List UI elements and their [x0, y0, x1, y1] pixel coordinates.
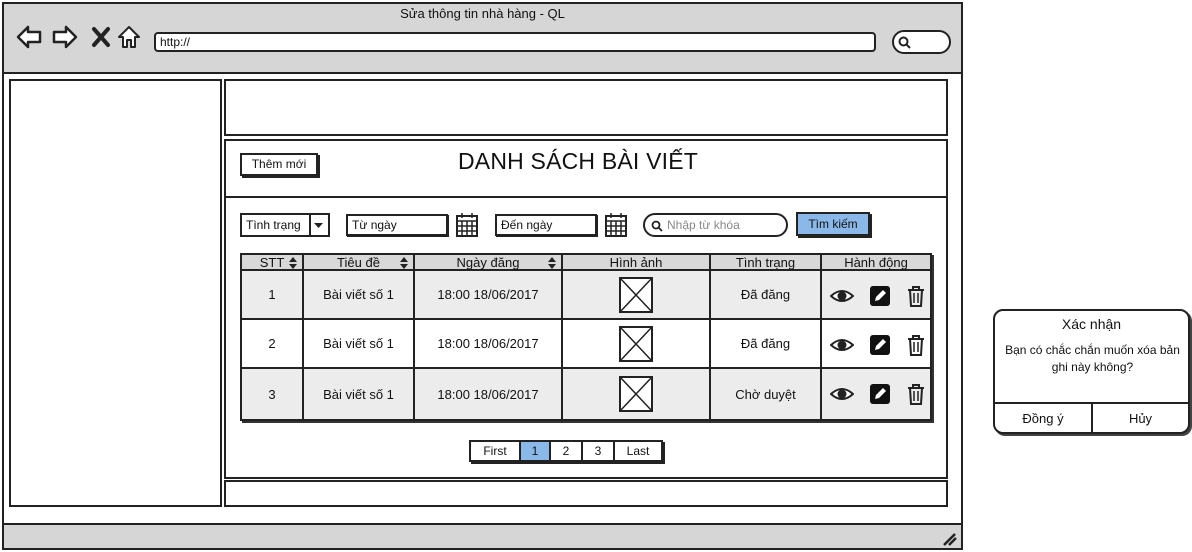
column-header-title[interactable]: Tiêu đề: [304, 255, 415, 271]
from-date-input[interactable]: Từ ngày: [346, 214, 448, 236]
edit-icon[interactable]: [868, 285, 892, 307]
column-header-status: Tình trạng: [711, 255, 822, 271]
pagination: First 1 2 3 Last: [469, 440, 663, 462]
cell-date: 18:00 18/06/2017: [415, 369, 563, 419]
cancel-button[interactable]: Hủy: [1093, 411, 1188, 426]
cell-status: Đã đăng: [711, 271, 822, 318]
cell-title: Bài viết số 1: [304, 271, 415, 318]
sort-icon[interactable]: [288, 256, 298, 270]
cell-title: Bài viết số 1: [304, 320, 415, 367]
eye-icon[interactable]: [830, 285, 854, 307]
page-3[interactable]: 3: [583, 442, 615, 460]
calendar-icon[interactable]: [455, 212, 479, 238]
dialog-title: Xác nhận: [1061, 316, 1122, 332]
keyword-placeholder: Nhập từ khóa: [667, 218, 740, 232]
arrow-left-icon[interactable]: [16, 24, 42, 50]
column-label: Tiêu đề: [337, 255, 380, 270]
page-first[interactable]: First: [471, 442, 521, 460]
trash-icon[interactable]: [904, 383, 928, 405]
table-row: 1 Bài viết số 1 18:00 18/06/2017 Đã đăng: [242, 271, 930, 320]
cell-image: [563, 271, 711, 318]
image-placeholder-icon: [619, 325, 653, 362]
edit-icon[interactable]: [868, 334, 892, 356]
cell-status: Đã đăng: [711, 320, 822, 367]
trash-icon[interactable]: [904, 285, 928, 307]
cell-actions: [822, 271, 930, 318]
browser-search[interactable]: [892, 30, 951, 54]
table-row: 2 Bài viết số 1 18:00 18/06/2017 Đã đăng: [242, 320, 930, 369]
keyword-search-input[interactable]: Nhập từ khóa: [643, 213, 788, 237]
status-select[interactable]: Tình trạng: [240, 213, 330, 237]
add-new-button[interactable]: Thêm mới: [240, 153, 318, 176]
cell-status: Chờ duyệt: [711, 369, 822, 419]
page-1[interactable]: 1: [521, 442, 551, 460]
header-panel: [224, 79, 948, 136]
image-placeholder-icon: [619, 276, 653, 313]
sort-icon[interactable]: [399, 256, 409, 270]
column-label: Ngày đăng: [456, 255, 520, 270]
edit-icon[interactable]: [868, 383, 892, 405]
arrow-right-icon[interactable]: [52, 24, 78, 50]
confirm-button[interactable]: Đồng ý: [995, 411, 1091, 426]
cell-image: [563, 320, 711, 367]
column-header-image: Hình ảnh: [563, 255, 711, 271]
trash-icon[interactable]: [904, 334, 928, 356]
cell-stt: 2: [242, 320, 304, 367]
resize-grip-icon[interactable]: [940, 530, 958, 546]
search-icon: [898, 36, 911, 49]
status-select-label: Tình trạng: [246, 218, 301, 232]
search-button[interactable]: Tìm kiếm: [796, 212, 870, 236]
url-bar[interactable]: http://: [154, 32, 876, 52]
image-placeholder-icon: [619, 376, 653, 412]
confirm-dialog: Xác nhận Bạn có chắc chắn muốn xóa bản g…: [993, 309, 1190, 434]
sidebar: [9, 79, 222, 507]
home-icon[interactable]: [116, 24, 142, 50]
posts-table: STT Tiêu đề Ngày đăng Hình ảnh Tình trạn…: [240, 253, 932, 421]
column-header-actions: Hành động: [822, 255, 930, 271]
cell-stt: 1: [242, 271, 304, 318]
eye-icon[interactable]: [830, 334, 854, 356]
search-icon: [651, 220, 663, 232]
close-icon[interactable]: [88, 24, 114, 50]
column-header-stt[interactable]: STT: [242, 255, 304, 271]
divider: [224, 196, 948, 198]
cell-date: 18:00 18/06/2017: [415, 271, 563, 318]
chevron-down-icon: [309, 215, 328, 235]
column-header-date[interactable]: Ngày đăng: [415, 255, 563, 271]
column-label: STT: [259, 255, 285, 270]
cell-stt: 3: [242, 369, 304, 419]
to-date-input[interactable]: Đến ngày: [495, 214, 597, 236]
page-title: DANH SÁCH BÀI VIẾT: [457, 148, 699, 174]
dialog-message: Bạn có chắc chắn muốn xóa bản ghi này kh…: [1005, 343, 1180, 374]
cell-title: Bài viết số 1: [304, 369, 415, 419]
eye-icon[interactable]: [830, 383, 854, 405]
cell-image: [563, 369, 711, 419]
cell-date: 18:00 18/06/2017: [415, 320, 563, 367]
table-row: 3 Bài viết số 1 18:00 18/06/2017 Chờ duy…: [242, 369, 930, 419]
sort-icon[interactable]: [547, 256, 557, 270]
page-2[interactable]: 2: [551, 442, 583, 460]
cell-actions: [822, 320, 930, 367]
window-title: Sửa thông tin nhà hàng - QL: [400, 6, 565, 21]
calendar-icon[interactable]: [604, 212, 628, 238]
page-last[interactable]: Last: [615, 442, 661, 460]
footer-panel: [224, 480, 948, 507]
browser-statusbar: [2, 523, 963, 550]
cell-actions: [822, 369, 930, 419]
